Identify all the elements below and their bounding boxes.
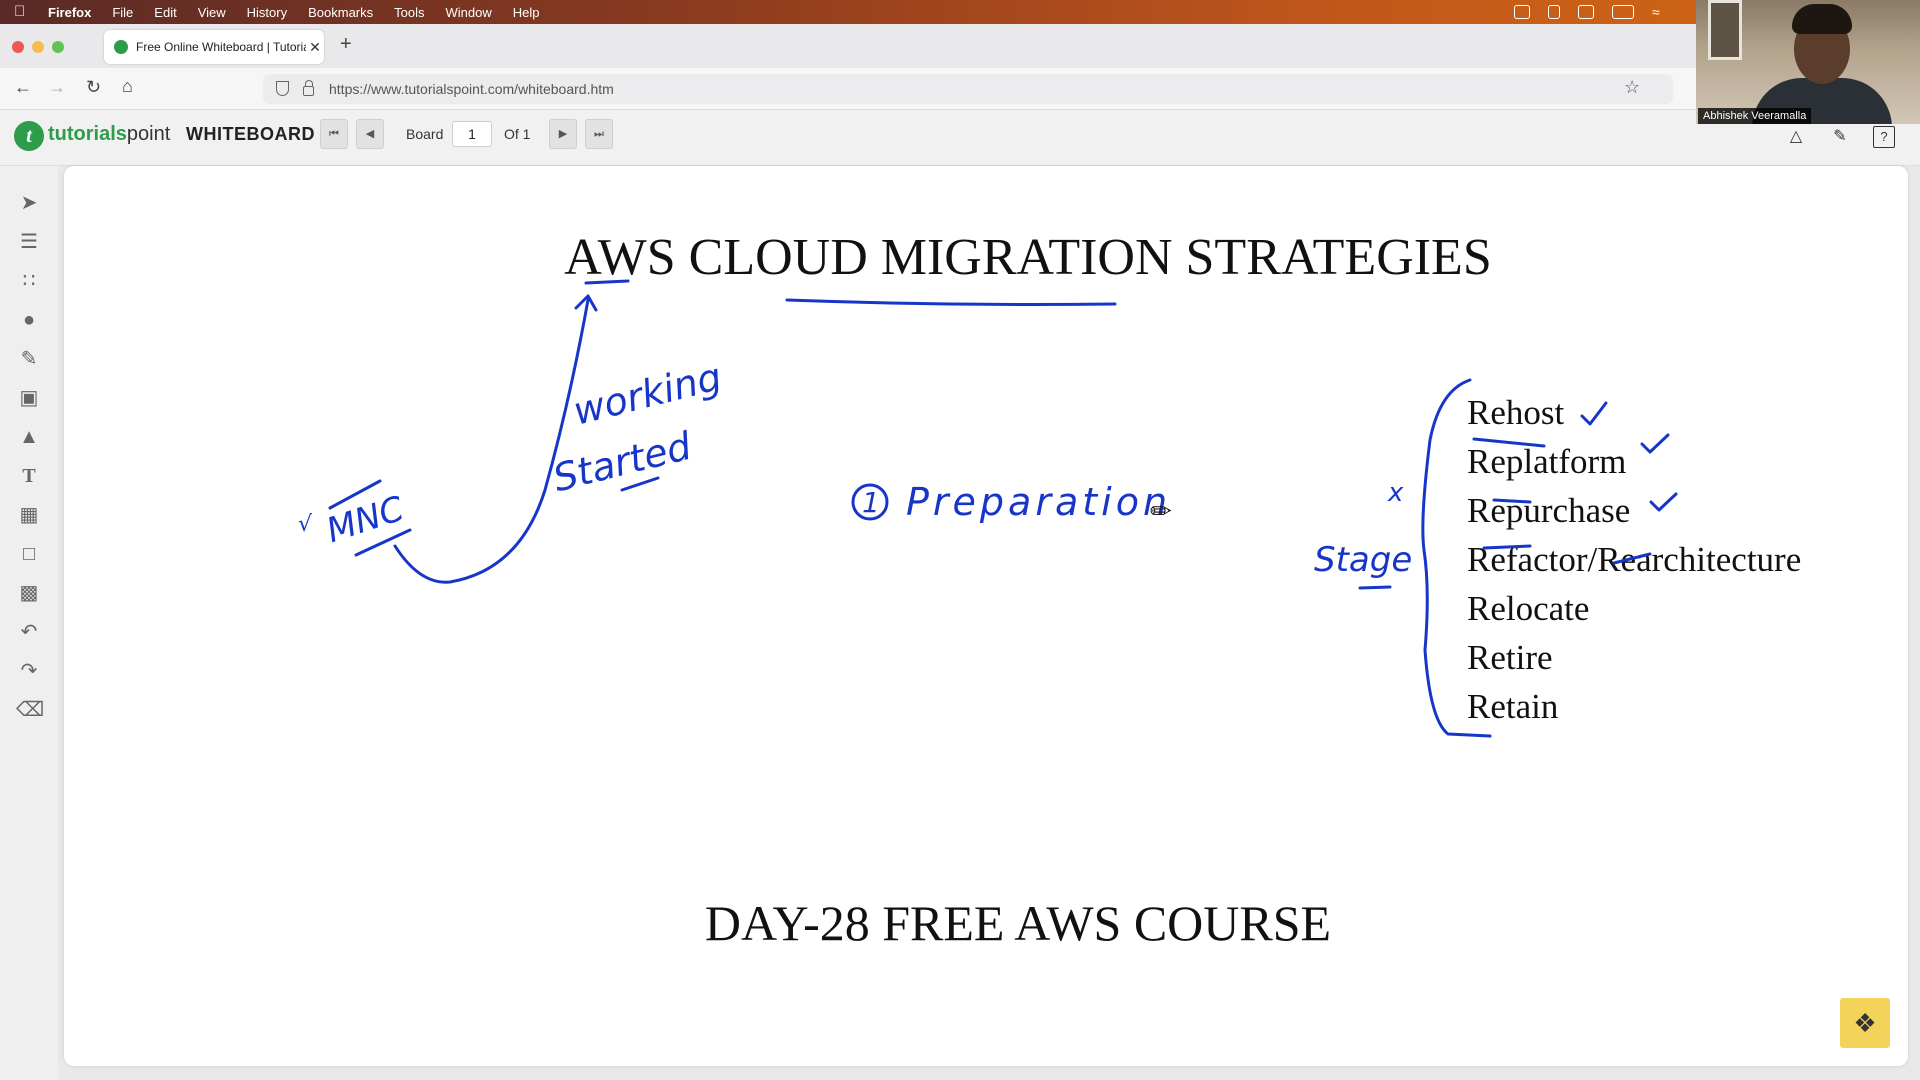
board-title: AWS CLOUD MIGRATION STRATEGIES [564,229,1492,286]
tutorialspoint-logo-icon[interactable]: t [14,121,44,151]
menu-file[interactable]: File [112,5,133,20]
reload-icon[interactable]: ↻ [86,77,101,98]
screen-share-icon[interactable]: ▩ [16,580,42,606]
hw-stage: Stage [1314,540,1413,580]
strategy-refactor: Refactor/Rearchitecture [1467,540,1802,579]
strategy-rehost: Rehost [1467,393,1565,432]
audio-icon[interactable] [1548,5,1560,19]
url-bar[interactable]: https://www.tutorialspoint.com/whiteboar… [263,74,1673,104]
undo-icon[interactable]: ↶ [16,619,42,645]
window-zoom-button[interactable] [52,41,64,53]
redo-icon[interactable]: ↷ [16,658,42,684]
next-board-button[interactable]: ▶ [549,119,577,149]
select-arrow-icon[interactable]: ➤ [16,190,42,216]
battery-icon[interactable] [1612,5,1634,19]
menu-edit[interactable]: Edit [154,5,176,20]
text-tool-icon[interactable]: T [16,463,42,489]
strategy-retire: Retire [1467,638,1553,677]
menu-bookmarks[interactable]: Bookmarks [308,5,373,20]
sidebar-icon[interactable] [1578,5,1594,19]
status-icons: ≈ [1514,4,1660,20]
logo-text[interactable]: tutorialspoint [48,123,170,146]
edit-icon[interactable]: ✎ [1829,126,1851,148]
logo-text-brand: tutorials [48,123,127,145]
pen-cursor-icon: ✏ [1150,496,1172,526]
trash-icon[interactable]: ⌫ [16,697,44,723]
lock-icon[interactable] [303,80,314,96]
logo-text-brand2: point [126,123,171,145]
presenter-hair [1792,4,1852,34]
hw-tick-left: √ [298,512,313,537]
menu-history[interactable]: History [247,5,287,20]
browser-tab[interactable]: Free Online Whiteboard | Tutoria ✕ [104,30,324,64]
menu-window[interactable]: Window [446,5,492,20]
tab-title: Free Online Whiteboard | Tutoria [136,40,306,54]
menu-app-firefox[interactable]: Firefox [48,5,91,20]
strategy-replatform: Replatform [1467,442,1627,481]
bookmark-star-icon[interactable]: ☆ [1624,77,1640,98]
menu-view[interactable]: View [198,5,226,20]
wifi-icon[interactable]: ≈ [1652,4,1660,20]
palette-icon[interactable]: ● [16,307,42,333]
navigator-compass-icon[interactable]: ❖ [1840,998,1890,1048]
window-minimize-button[interactable] [32,41,44,53]
first-board-button[interactable]: ⏮ [320,119,348,149]
tutorialspoint-favicon-icon [114,40,128,54]
pen-icon[interactable]: ✎ [16,346,42,372]
help-icon[interactable]: ? [1873,126,1895,148]
board-label: Board [406,126,444,142]
presenter-name: Abhishek Veeramalla [1698,108,1812,124]
menu-tools[interactable]: Tools [394,5,424,20]
forward-arrow-icon[interactable]: → [48,77,66,98]
board-count: Of 1 [504,126,531,142]
board-footer: DAY-28 FREE AWS COURSE [704,895,1332,951]
shapes-icon[interactable]: ▲ [16,424,42,450]
new-tab-icon[interactable]: + [340,33,352,56]
last-board-button[interactable]: ⏭ [585,119,613,149]
hw-step-number: 1 [862,486,880,519]
image-icon[interactable]: ▦ [16,502,42,528]
menu-help[interactable]: Help [513,5,540,20]
home-icon[interactable]: ⌂ [122,76,133,97]
prev-board-button[interactable]: ◀ [356,119,384,149]
macos-menu-bar:  Firefox File Edit View History Bookmar… [0,0,1920,24]
app-title: WHITEBOARD [186,124,315,144]
hw-preparation: Preparation [906,480,1172,524]
wall-frame [1708,0,1742,60]
presentation-icon[interactable]: □ [16,541,42,567]
apple-icon[interactable]:  [14,4,28,20]
window-close-button[interactable] [12,41,24,53]
share-icon[interactable]: △ [1785,126,1807,148]
url-text: https://www.tutorialspoint.com/whiteboar… [329,81,614,97]
tracking-shield-icon[interactable] [276,81,289,96]
strategy-relocate: Relocate [1467,589,1590,628]
webcam-overlay: Abhishek Veeramalla [1696,0,1920,124]
board-number-input[interactable] [452,121,492,147]
screen-record-icon[interactable] [1514,5,1530,19]
strategy-repurchase: Repurchase [1467,491,1631,530]
strategy-retain: Retain [1467,687,1559,726]
eraser-icon[interactable]: ▣ [16,385,42,411]
hw-x: x [1388,478,1404,508]
back-arrow-icon[interactable]: ← [14,77,32,98]
close-tab-icon[interactable]: ✕ [306,39,324,56]
